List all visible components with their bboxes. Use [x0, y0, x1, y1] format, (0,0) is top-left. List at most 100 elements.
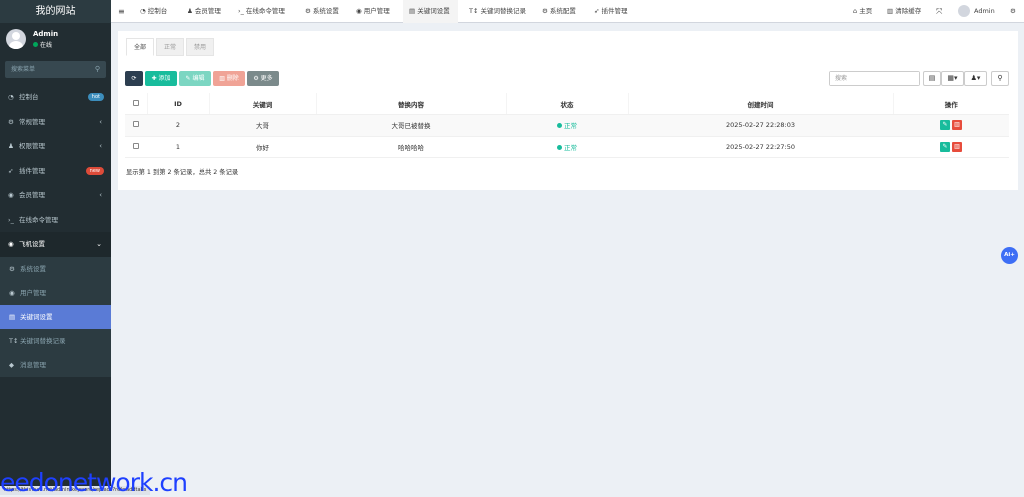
sidebar-subitem-messages[interactable]: ◆ 消息管理 — [0, 353, 111, 377]
tab-keyword-settings[interactable]: ▤ 关键词设置 — [403, 0, 458, 23]
sidebar-subitem-keyword-replace-log[interactable]: T↕ 关键词替换记录 — [0, 329, 111, 353]
column-header-created[interactable]: 创建时间 — [627, 93, 893, 115]
cell-keyword: 你好 — [209, 136, 316, 158]
admin-menu[interactable]: Admin — [958, 0, 995, 23]
row-delete-button[interactable]: ▥ — [952, 120, 962, 131]
row-checkbox[interactable] — [133, 142, 139, 149]
add-label: 添加 — [158, 75, 171, 82]
home-link[interactable]: ⌂ 主页 — [853, 0, 872, 23]
sidebar-item-label: 关键词设置 — [20, 312, 53, 321]
search-toggle-icon[interactable]: ⚲ — [991, 71, 1009, 86]
column-header-id[interactable]: ID — [146, 93, 209, 115]
tab-user-management[interactable]: ◉ 用户管理 — [356, 0, 390, 23]
main-panel: 全部 正常 禁用 ⟳ ✚ 添加 ✎ 编辑 ▥ 删除 ⚙ 更多 ▤ ▦▾ ♟▾ ⚲… — [118, 31, 1018, 190]
edit-button[interactable]: ✎ 编辑 — [179, 71, 211, 86]
sidebar-item-label: 关键词替换记录 — [20, 336, 66, 345]
column-header-keyword[interactable]: 关键词 — [208, 93, 316, 115]
filter-tab-normal[interactable]: 正常 — [156, 38, 184, 56]
column-header-status[interactable]: 状态 — [505, 93, 628, 115]
sidebar-submenu: ⚙ 系统设置 ◉ 用户管理 ▤ 关键词设置 T↕ 关键词替换记录 ◆ 消息管理 — [0, 256, 111, 377]
sidebar-item-plugins[interactable]: ➶ 插件管理 new — [0, 159, 111, 184]
status-label: 正常 — [564, 143, 577, 152]
sidebar-item-label: 常规管理 — [19, 117, 45, 126]
tab-online-command[interactable]: ›_ 在线命令管理 — [238, 0, 285, 23]
watermark: eedonetwork.cn — [0, 468, 188, 497]
file-icon: ▤ — [409, 7, 418, 15]
dashboard-icon: ◔ — [8, 93, 14, 101]
refresh-button[interactable]: ⟳ — [125, 71, 143, 86]
tab-system-config[interactable]: ⚙ 系统配置 — [542, 0, 576, 23]
table-search-box — [829, 71, 920, 86]
tab-members[interactable]: ♟ 会员管理 — [187, 0, 221, 23]
toggle-view-icon[interactable]: ▤ — [923, 71, 941, 86]
avatar — [6, 29, 26, 49]
row-checkbox[interactable] — [133, 121, 139, 128]
clear-cache-button[interactable]: ▥ 清除缓存 — [887, 0, 921, 23]
export-dropdown-icon[interactable]: ♟▾ — [964, 71, 987, 86]
tab-label: 在线命令管理 — [245, 7, 285, 15]
filter-tab-all[interactable]: 全部 — [126, 38, 154, 56]
add-button[interactable]: ✚ 添加 — [145, 71, 177, 86]
table-search-input[interactable] — [830, 72, 919, 85]
menu-toggle-icon[interactable]: ≡ — [118, 0, 125, 23]
tab-dashboard[interactable]: ◔ 控制台 — [140, 0, 167, 23]
row-delete-button[interactable]: ▥ — [952, 141, 962, 152]
sidebar-item-general[interactable]: ⚙ 常规管理 ‹ — [0, 110, 111, 135]
tab-keyword-replace-log[interactable]: T↕ 关键词替换记录 — [469, 0, 526, 23]
sidebar-item-label: 飞机设置 — [19, 240, 45, 248]
row-edit-button[interactable]: ✎ — [940, 141, 950, 152]
status-dot-icon — [557, 123, 562, 129]
terminal-icon: ›_ — [8, 215, 14, 224]
sidebar-subitem-keyword-settings[interactable]: ▤ 关键词设置 — [0, 304, 111, 329]
row-checkbox-cell — [125, 114, 147, 137]
column-header-replacement[interactable]: 替换内容 — [315, 93, 506, 115]
tab-plugins[interactable]: ➶ 插件管理 — [594, 0, 628, 23]
fullscreen-icon[interactable]: ⤧ — [936, 0, 942, 23]
gear-icon: ⚙ — [542, 7, 550, 15]
select-all-checkbox[interactable] — [132, 99, 139, 106]
more-button[interactable]: ⚙ 更多 — [247, 71, 279, 86]
tab-label: 系统设置 — [312, 7, 339, 15]
tab-label: 控制台 — [147, 7, 168, 15]
sidebar-item-permissions[interactable]: ♟ 权限管理 ‹ — [0, 134, 111, 159]
cell-id: 1 — [147, 136, 209, 158]
user-circle-icon: ◉ — [8, 191, 14, 199]
sidebar-subitem-user-management[interactable]: ◉ 用户管理 — [0, 281, 111, 305]
tab-system-settings[interactable]: ⚙ 系统设置 — [305, 0, 339, 23]
ai-assistant-button[interactable]: Ai+ — [1001, 247, 1018, 264]
user-name: Admin — [33, 30, 59, 38]
table-row[interactable]: 2 大哥 大哥已被替换 正常 2025-02-27 22:28:03 ✎ ▥ — [125, 114, 1009, 137]
more-label: 更多 — [260, 75, 273, 82]
cogs-icon: ⚙ — [8, 117, 14, 126]
status-dot-icon — [557, 144, 562, 150]
sidebar-item-plane-settings[interactable]: ◉ 飞机设置 ⌄ — [0, 232, 111, 257]
settings-gear-icon[interactable]: ⚙ — [1010, 0, 1016, 23]
sidebar: 我的网站 Admin 在线 ⚲ ◔ 控制台 hot ⚙ 常规管理 ‹ ♟ 权限管理 ‹ ➶ 插… — [0, 0, 111, 495]
sidebar-subitem-system-settings[interactable]: ⚙ 系统设置 — [0, 257, 111, 281]
delete-label: 删除 — [226, 75, 239, 82]
columns-dropdown-icon[interactable]: ▦▾ — [941, 71, 964, 86]
chevron-left-icon: ‹ — [99, 142, 102, 150]
tab-label: 关键词设置 — [417, 7, 450, 15]
cell-created: 2025-02-27 22:28:03 — [628, 114, 893, 137]
row-edit-button[interactable]: ✎ — [940, 120, 950, 131]
sidebar-item-members[interactable]: ◉ 会员管理 ‹ — [0, 183, 111, 208]
tab-label: 插件管理 — [601, 7, 628, 15]
cell-actions: ✎ ▥ — [893, 136, 1009, 158]
cell-replacement: 大哥已被替换 — [316, 114, 506, 137]
gear-icon: ⚙ — [305, 7, 313, 15]
tab-label: 用户管理 — [363, 7, 390, 15]
filter-tab-disabled[interactable]: 禁用 — [186, 38, 214, 56]
sidebar-item-dashboard[interactable]: ◔ 控制台 hot — [0, 85, 111, 110]
home-label: 主页 — [859, 7, 873, 15]
sidebar-item-label: 消息管理 — [20, 360, 46, 369]
search-icon[interactable]: ⚲ — [95, 65, 100, 73]
sidebar-search-input[interactable] — [5, 61, 106, 78]
trash-icon: ▥ — [887, 7, 896, 15]
delete-button[interactable]: ▥ 删除 — [213, 71, 245, 86]
chevron-left-icon: ‹ — [99, 191, 102, 199]
table-row[interactable]: 1 你好 哈哈哈哈 正常 2025-02-27 22:27:50 ✎ ▥ — [125, 136, 1009, 158]
user-circle-icon: ◉ — [356, 7, 364, 15]
sidebar-item-online-command[interactable]: ›_ 在线命令管理 — [0, 208, 111, 233]
site-logo[interactable]: 我的网站 — [0, 0, 111, 23]
